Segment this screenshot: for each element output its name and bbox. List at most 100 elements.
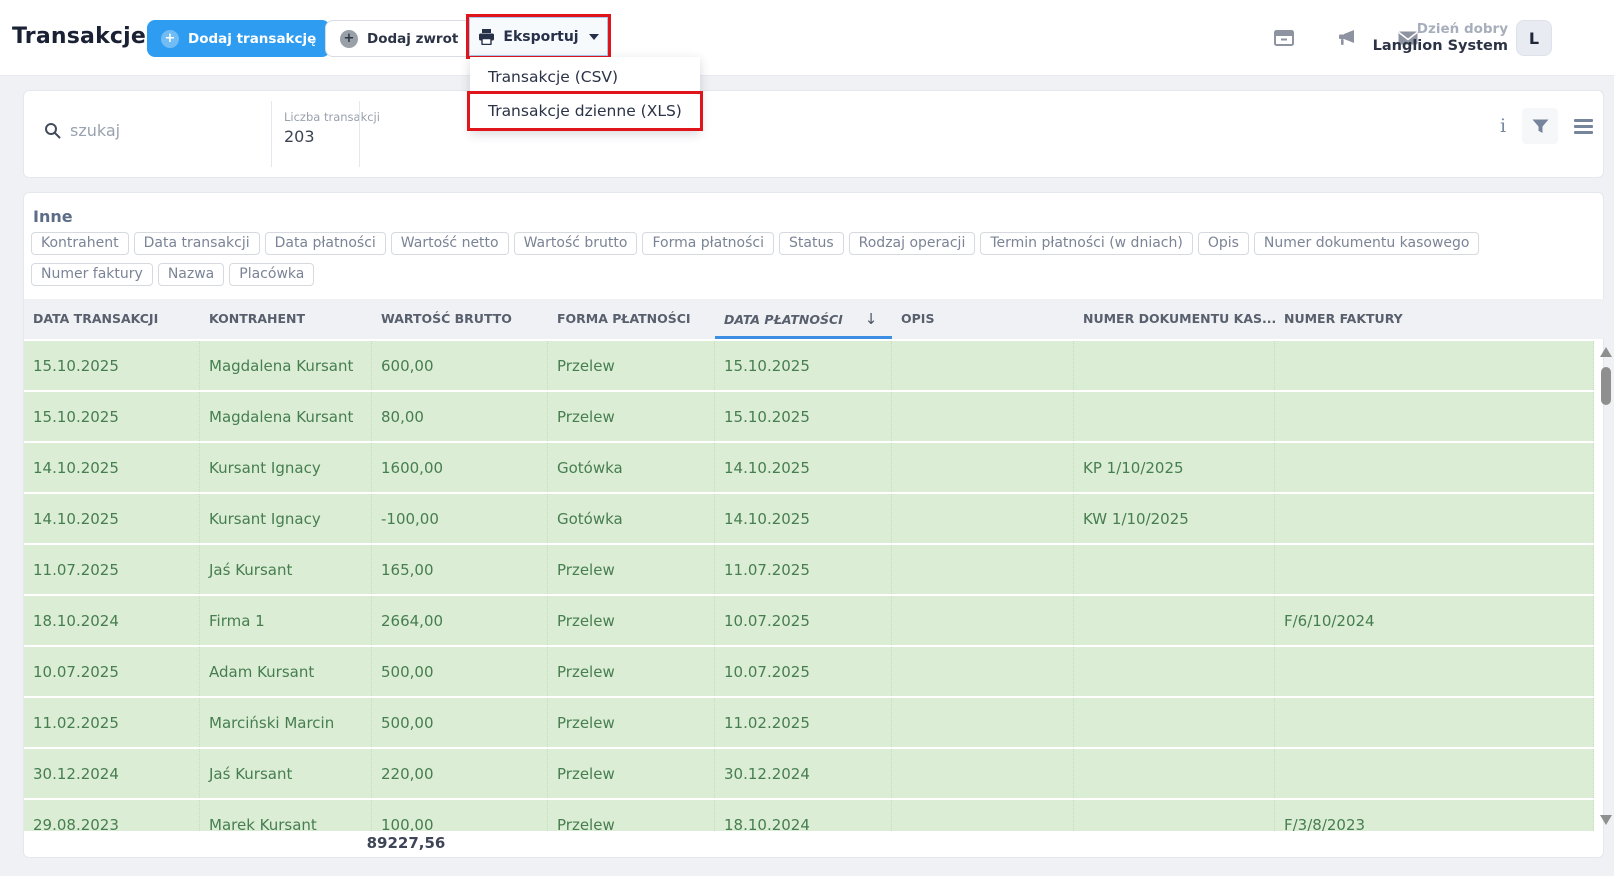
column-header-forma-platnosci[interactable]: FORMA PŁATNOŚCI (548, 299, 715, 339)
table-row[interactable]: 10.07.2025 Adam Kursant 500,00 Przelew 1… (24, 645, 1594, 696)
table-row[interactable]: 14.10.2025 Kursant Ignacy 1600,00 Gotówk… (24, 441, 1594, 492)
cell-numer-dokumentu: KP 1/10/2025 (1074, 443, 1275, 492)
scroll-up-icon[interactable] (1600, 347, 1612, 357)
cell-numer-dokumentu (1074, 698, 1275, 747)
table-header-row: DATA TRANSAKCJI KONTRAHENT WARTOŚĆ BRUTT… (24, 299, 1605, 339)
filter-chip[interactable]: Rodzaj operacji (849, 232, 976, 255)
filter-chip[interactable]: Kontrahent (31, 232, 129, 255)
filter-chip[interactable]: Numer dokumentu kasowego (1254, 232, 1480, 255)
filter-chip[interactable]: Opis (1198, 232, 1249, 255)
cell-numer-faktury (1275, 443, 1594, 492)
cell-numer-dokumentu (1074, 647, 1275, 696)
cell-numer-faktury (1275, 392, 1594, 441)
scroll-down-icon[interactable] (1600, 815, 1612, 825)
column-header-numer-dokumentu[interactable]: NUMER DOKUMENTU KAS... (1074, 299, 1275, 339)
filter-chip[interactable]: Data transakcji (134, 232, 260, 255)
table-scrollbar[interactable] (1598, 343, 1614, 829)
filter-chip[interactable]: Forma płatności (642, 232, 774, 255)
export-button[interactable]: Eksportuj (469, 17, 608, 56)
filter-chip[interactable]: Placówka (229, 263, 314, 286)
search-input[interactable] (70, 121, 245, 140)
column-header-data-transakcji[interactable]: DATA TRANSAKCJI (24, 299, 200, 339)
cell-wartosc-brutto: 600,00 (372, 341, 548, 390)
avatar[interactable]: L (1516, 20, 1552, 56)
add-transaction-button[interactable]: + Dodaj transakcję (147, 20, 330, 57)
cell-data-transakcji: 14.10.2025 (24, 494, 200, 543)
cell-kontrahent: Kursant Ignacy (200, 494, 372, 543)
table-row[interactable]: 15.10.2025 Magdalena Kursant 80,00 Przel… (24, 390, 1594, 441)
filter-chip[interactable]: Termin płatności (w dniach) (980, 232, 1192, 255)
cell-forma-platnosci: Przelew (548, 392, 715, 441)
filter-chip[interactable]: Nazwa (158, 263, 224, 286)
cell-numer-faktury (1275, 341, 1594, 390)
table-row[interactable]: 15.10.2025 Magdalena Kursant 600,00 Prze… (24, 341, 1594, 390)
cell-forma-platnosci: Przelew (548, 647, 715, 696)
cell-kontrahent: Jaś Kursant (200, 749, 372, 798)
info-icon[interactable]: i (1492, 115, 1514, 137)
search-box (44, 121, 245, 140)
transaction-count-label: Liczba transakcji (284, 110, 380, 124)
cell-data-platnosci: 14.10.2025 (715, 443, 892, 492)
column-header-opis[interactable]: OPIS (892, 299, 1074, 339)
cell-numer-faktury (1275, 494, 1594, 543)
menu-item-transakcje-csv[interactable]: Transakcje (CSV) (470, 60, 700, 94)
add-refund-label: Dodaj zwrot (367, 31, 458, 47)
cell-wartosc-brutto: 165,00 (372, 545, 548, 594)
filter-chips-row2: Numer fakturyNazwaPlacówka (31, 263, 314, 286)
filter-chip[interactable]: Wartość netto (391, 232, 509, 255)
cell-data-transakcji: 18.10.2024 (24, 596, 200, 645)
filter-button[interactable] (1522, 108, 1558, 144)
add-refund-button[interactable]: + Dodaj zwrot (325, 20, 473, 57)
cell-opis (892, 596, 1074, 645)
printer-icon (478, 29, 495, 45)
cell-kontrahent: Adam Kursant (200, 647, 372, 696)
cell-numer-dokumentu (1074, 392, 1275, 441)
transactions-card: Inne KontrahentData transakcjiData płatn… (23, 192, 1604, 858)
filter-chip[interactable]: Status (779, 232, 844, 255)
cell-data-transakcji: 11.02.2025 (24, 698, 200, 747)
cell-wartosc-brutto: 80,00 (372, 392, 548, 441)
table-row[interactable]: 18.10.2024 Firma 1 2664,00 Przelew 10.07… (24, 594, 1594, 645)
cell-data-transakcji: 10.07.2025 (24, 647, 200, 696)
cell-kontrahent: Firma 1 (200, 596, 372, 645)
cell-data-platnosci: 11.02.2025 (715, 698, 892, 747)
cell-numer-faktury: F/6/10/2024 (1275, 596, 1594, 645)
filter-chip[interactable]: Data płatności (265, 232, 386, 255)
divider (271, 101, 272, 167)
table-row[interactable]: 14.10.2025 Kursant Ignacy -100,00 Gotówk… (24, 492, 1594, 543)
column-header-data-platnosci[interactable]: DATA PŁATNOŚCI↓ (715, 299, 892, 339)
column-header-wartosc-brutto[interactable]: WARTOŚĆ BRUTTO (372, 299, 548, 339)
table-row[interactable]: 11.07.2025 Jaś Kursant 165,00 Przelew 11… (24, 543, 1594, 594)
top-bar: Transakcje + Dodaj transakcję + Dodaj zw… (0, 0, 1614, 76)
plus-icon: + (340, 30, 358, 48)
filter-group-title: Inne (33, 207, 73, 226)
column-header-kontrahent[interactable]: KONTRAHENT (200, 299, 372, 339)
cell-wartosc-brutto: 500,00 (372, 698, 548, 747)
divider (359, 101, 360, 167)
table-row[interactable]: 30.12.2024 Jaś Kursant 220,00 Przelew 30… (24, 747, 1594, 798)
table-body: 15.10.2025 Magdalena Kursant 600,00 Prze… (24, 341, 1594, 849)
cell-kontrahent: Marciński Marcin (200, 698, 372, 747)
export-annotation-box: Eksportuj (466, 14, 611, 59)
cell-numer-faktury (1275, 647, 1594, 696)
filter-chip[interactable]: Numer faktury (31, 263, 153, 286)
cell-data-platnosci: 15.10.2025 (715, 392, 892, 441)
cell-wartosc-brutto: -100,00 (372, 494, 548, 543)
table-row[interactable]: 11.02.2025 Marciński Marcin 500,00 Przel… (24, 696, 1594, 747)
cell-data-platnosci: 10.07.2025 (715, 647, 892, 696)
menu-item-transakcje-dzienne-xls[interactable]: Transakcje dzienne (XLS) (470, 94, 700, 128)
cell-wartosc-brutto: 2664,00 (372, 596, 548, 645)
scrollbar-thumb[interactable] (1601, 367, 1611, 405)
cell-kontrahent: Kursant Ignacy (200, 443, 372, 492)
cell-forma-platnosci: Gotówka (548, 494, 715, 543)
cell-opis (892, 341, 1074, 390)
search-toolbar-card: Liczba transakcji 203 i (23, 90, 1604, 178)
column-header-numer-faktury[interactable]: NUMER FAKTURY (1275, 299, 1605, 339)
cell-opis (892, 443, 1074, 492)
cell-data-transakcji: 15.10.2025 (24, 341, 200, 390)
menu-icon[interactable] (1574, 119, 1593, 137)
plus-icon: + (161, 30, 179, 48)
filter-chip[interactable]: Wartość brutto (514, 232, 638, 255)
cell-data-platnosci: 11.07.2025 (715, 545, 892, 594)
cell-numer-dokumentu (1074, 341, 1275, 390)
